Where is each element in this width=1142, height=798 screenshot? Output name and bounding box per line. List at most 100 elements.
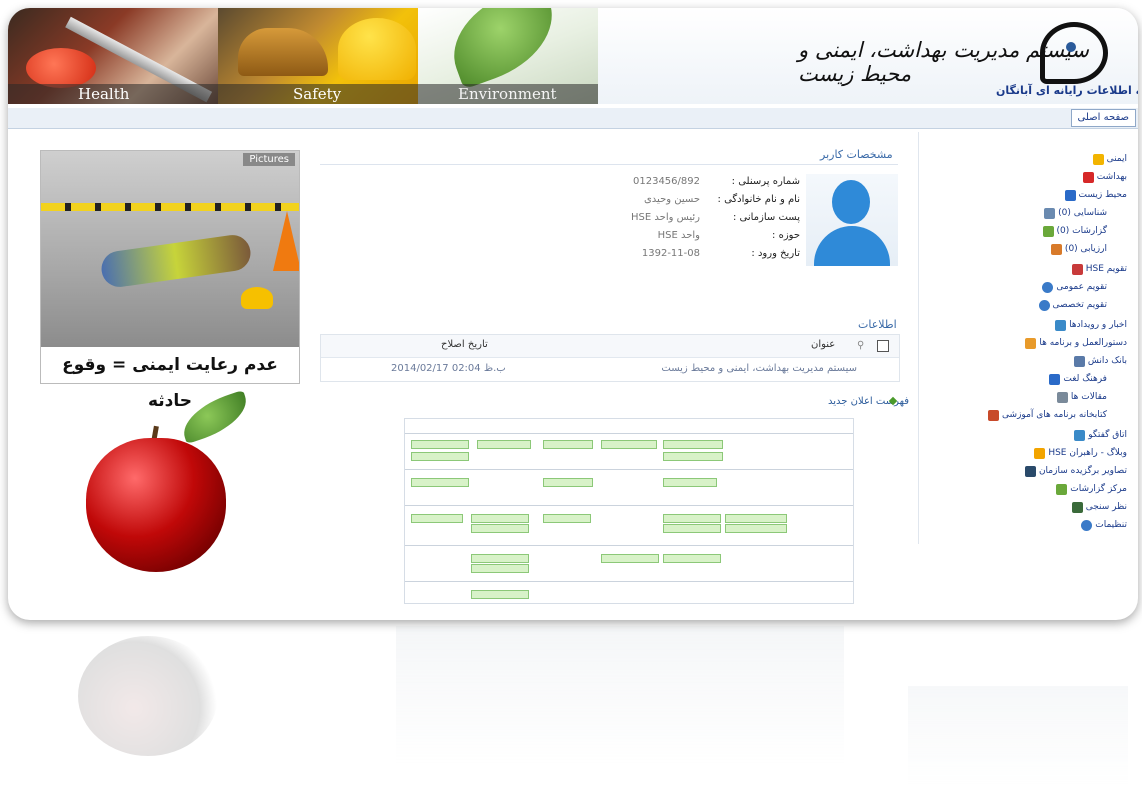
arrow-icon <box>1038 299 1050 311</box>
menu-label: مرکز گزارشات <box>1070 484 1127 494</box>
calendar-event[interactable] <box>663 554 721 563</box>
divider <box>320 164 898 165</box>
domain-value: واحد HSE <box>657 230 700 241</box>
avatar-head-icon <box>832 180 870 224</box>
environment-banner-image: Environment <box>418 8 598 104</box>
menu-item-safety[interactable]: ایمنی <box>1092 152 1127 166</box>
menu-item-knowledge-bank[interactable]: بانک دانش <box>1073 354 1127 368</box>
search-icon <box>1044 207 1056 219</box>
menu-label: محیط زیست <box>1078 190 1127 200</box>
menu-item-news[interactable]: اخبار و رویدادها <box>1055 318 1127 332</box>
menu-item-training-library[interactable]: کتابخانه برنامه های آموزشی <box>988 408 1107 422</box>
calendar-reflection <box>396 626 844 766</box>
calendar-event[interactable] <box>411 478 469 487</box>
menu-item-dictionary[interactable]: فرهنگ لغت <box>1049 372 1107 386</box>
calendar-event[interactable] <box>411 452 469 461</box>
health-label: Health <box>8 84 218 104</box>
poster-caption: عدم رعایت ایمنی = وقوع حادثه <box>62 355 278 411</box>
menu-item-identification[interactable]: شناسایی (0) <box>1044 206 1107 220</box>
user-profile-title: مشخصات کاربر <box>820 148 893 161</box>
calendar-event[interactable] <box>543 440 593 449</box>
main-card: Health Safety Environment سیستم مدیریت ب… <box>8 8 1138 620</box>
calendar-event[interactable] <box>601 440 657 449</box>
menu-item-poll[interactable]: نظر سنجی <box>1071 500 1127 514</box>
column-date[interactable]: تاریخ اصلاح <box>441 339 488 350</box>
fallen-worker <box>99 232 253 290</box>
full-name-value: حسین وحیدی <box>643 194 700 205</box>
entry-date-label: تاریخ ورود : <box>751 248 800 259</box>
calendar-event[interactable] <box>543 514 591 523</box>
menu-item-general-calendar[interactable]: تقویم عمومی <box>1042 280 1107 294</box>
calendar-event[interactable] <box>663 524 721 533</box>
menu-item-special-calendar[interactable]: تقویم تخصصی <box>1038 298 1107 312</box>
calendar-event[interactable] <box>725 514 787 523</box>
menu-label: فرهنگ لغت <box>1063 374 1107 384</box>
menu-item-articles[interactable]: مقالات ها <box>1056 390 1107 404</box>
personnel-number-label: شماره پرسنلی : <box>731 176 800 187</box>
menu-item-health[interactable]: بهداشت <box>1082 170 1127 184</box>
announcement-date: ب.ظ 02:04 2014/02/17 <box>391 363 506 374</box>
table-header: ⚲ عنوان تاریخ اصلاح <box>321 335 899 358</box>
calendar-event[interactable] <box>477 440 531 449</box>
calendar-event[interactable] <box>471 554 529 563</box>
menu-item-evaluation[interactable]: ارزیابی (0) <box>1050 242 1107 256</box>
report-icon <box>1056 483 1068 495</box>
blog-icon <box>1034 447 1046 459</box>
safety-poster[interactable]: Pictures عدم رعایت ایمنی = وقوع حادثه <box>40 150 300 411</box>
menu-label: نظر سنجی <box>1085 502 1127 512</box>
traffic-cone <box>273 211 299 271</box>
calendar-event[interactable] <box>471 590 529 599</box>
calendar-event[interactable] <box>663 514 721 523</box>
sidebar-menu: ایمنی بهداشت محیط زیست شناسایی (0) گزارش… <box>918 132 1135 544</box>
select-all-checkbox[interactable] <box>877 340 889 352</box>
home-tab[interactable]: صفحه اصلی <box>1070 109 1136 127</box>
menu-item-blog[interactable]: وبلاگ - راهبران HSE <box>1034 446 1127 460</box>
calendar-week <box>405 469 853 500</box>
menu-item-chat-room[interactable]: اتاق گفتگو <box>1074 428 1127 442</box>
calendar-event[interactable] <box>471 524 529 533</box>
calendar-event[interactable] <box>411 440 469 449</box>
calendar-event[interactable] <box>663 440 723 449</box>
reflection <box>8 626 1138 798</box>
menu-label: کتابخانه برنامه های آموزشی <box>1002 410 1107 420</box>
calendar-event[interactable] <box>601 554 659 563</box>
database-icon <box>1073 355 1085 367</box>
top-navigation: صفحه اصلی <box>8 108 1138 129</box>
globe-icon <box>1064 189 1076 201</box>
pictures-tag[interactable]: Pictures <box>243 153 295 166</box>
calendar-event[interactable] <box>663 452 723 461</box>
menu-item-report-center[interactable]: مرکز گزارشات <box>1056 482 1127 496</box>
camera-icon <box>1024 465 1036 477</box>
menu-item-hse-calendar[interactable]: تقویم HSE <box>1071 262 1127 276</box>
menu-label: بانک دانش <box>1087 356 1127 366</box>
menu-label: تقویم HSE <box>1085 264 1127 274</box>
calendar-event[interactable] <box>725 524 787 533</box>
calendar-event[interactable] <box>543 478 593 487</box>
chat-icon <box>1074 429 1086 441</box>
menu-item-environment[interactable]: محیط زیست <box>1064 188 1127 202</box>
full-name-label: نام و نام خانوادگی : <box>717 194 800 205</box>
helmet-image <box>338 18 416 80</box>
calendar-event[interactable] <box>663 478 717 487</box>
menu-item-settings[interactable]: تنظیمات <box>1081 518 1127 532</box>
menu-label: مقالات ها <box>1070 392 1107 402</box>
chart-icon <box>1042 225 1054 237</box>
calendar-week <box>405 545 853 576</box>
menu-item-gallery[interactable]: تصاویر برگزیده سازمان <box>1024 464 1127 478</box>
menu-item-instructions[interactable]: دستورالعمل و برنامه ها <box>1025 336 1127 350</box>
more-announcements-link[interactable]: فهرست اعلان جدید <box>828 396 909 407</box>
personnel-number-value: 0123456/892 <box>633 176 700 187</box>
calendar-event[interactable] <box>411 514 463 523</box>
column-title[interactable]: عنوان <box>811 339 835 350</box>
calendar-event[interactable] <box>471 564 529 573</box>
domain-label: حوزه : <box>772 230 800 241</box>
warning-icon <box>1092 153 1104 165</box>
health-banner-image: Health <box>8 8 218 104</box>
menu-label: ایمنی <box>1106 154 1127 164</box>
library-icon <box>988 409 1000 421</box>
announcement-title-link[interactable]: سیستم مدیریت بهداشت، ایمنی و محیط زیست <box>661 363 857 374</box>
menu-label: گزارشات (0) <box>1056 226 1107 236</box>
menu-item-reports[interactable]: گزارشات (0) <box>1042 224 1107 238</box>
company-logo <box>1040 22 1108 84</box>
calendar-event[interactable] <box>471 514 529 523</box>
